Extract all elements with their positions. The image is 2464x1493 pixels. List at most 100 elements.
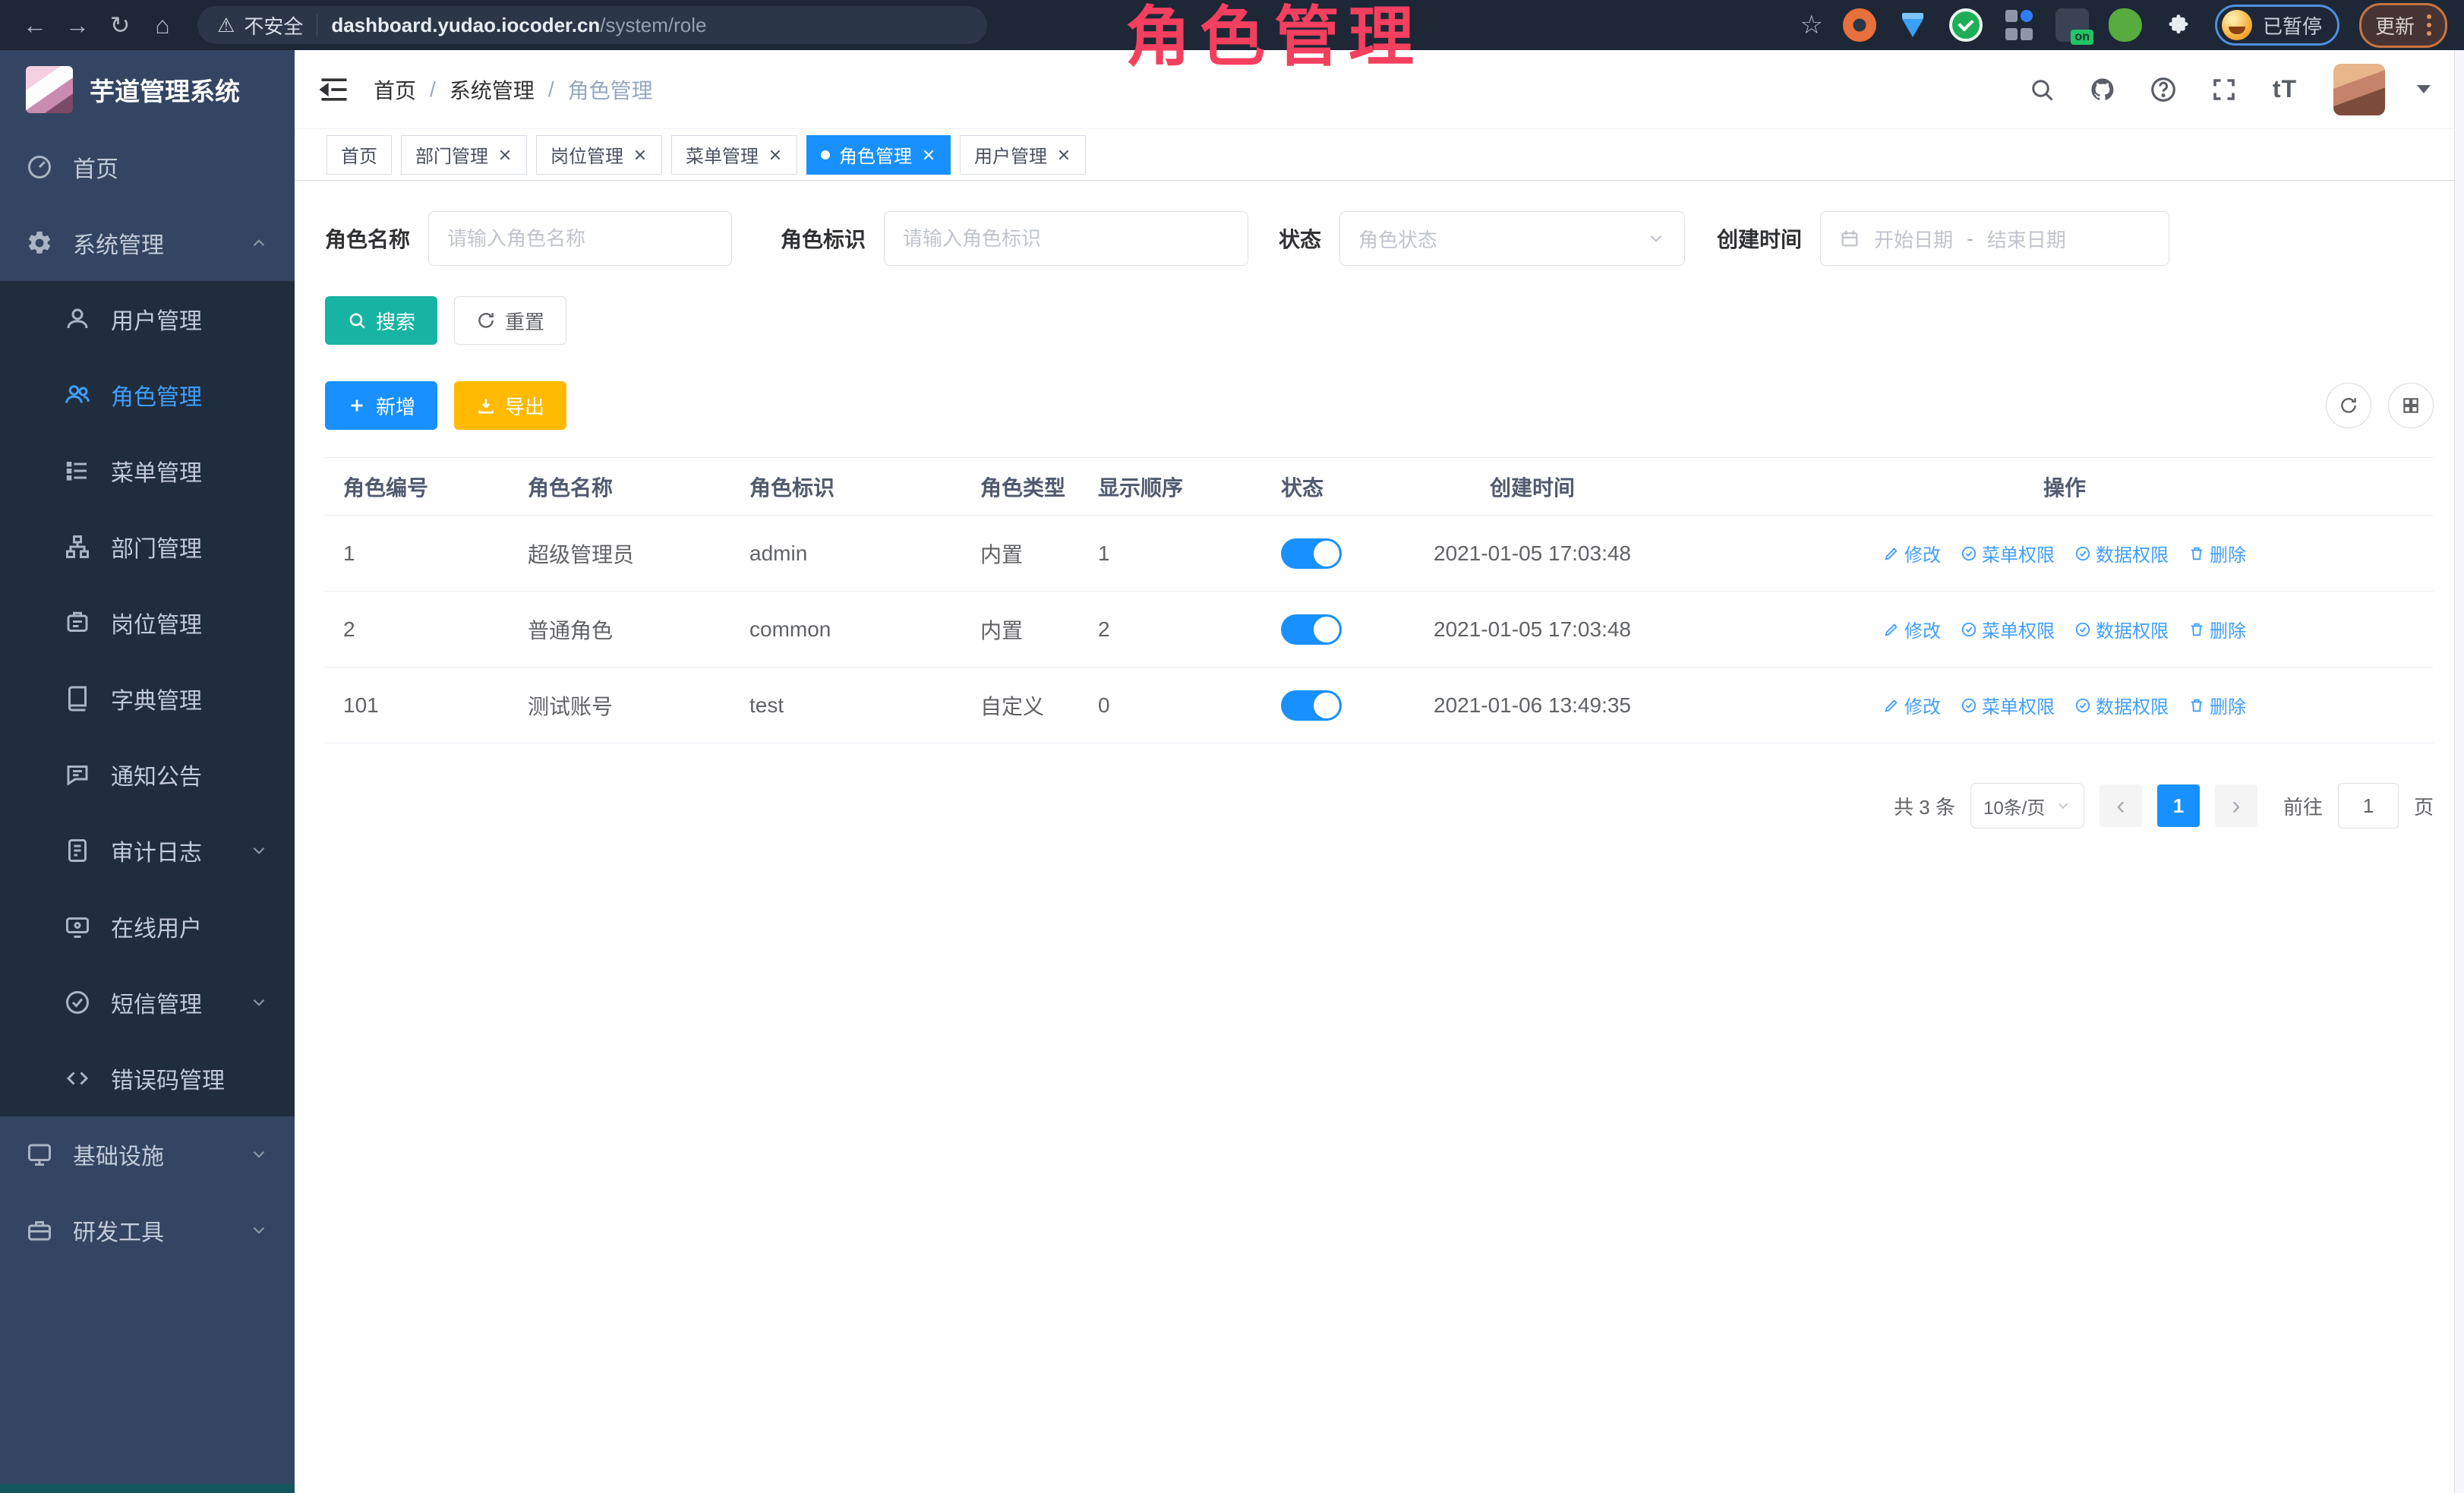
sidebar-collapse-icon[interactable] xyxy=(317,73,351,106)
extension-icon-gem[interactable] xyxy=(1896,8,1929,42)
sidebar-item-audit-log[interactable]: 审计日志 xyxy=(0,813,295,889)
annotation-overlay-title: 角色管理 xyxy=(1125,0,1423,75)
data-perm-link[interactable]: 数据权限 xyxy=(2074,692,2169,718)
sidebar-item-infra[interactable]: 基础设施 xyxy=(0,1116,295,1192)
create-time-label: 创建时间 xyxy=(1717,223,1802,254)
browser-menu-kebab-icon[interactable] xyxy=(2427,14,2431,36)
sidebar-item-notice[interactable]: 通知公告 xyxy=(0,737,295,813)
add-button[interactable]: 新增 xyxy=(325,381,437,430)
profile-paused-chip[interactable]: 已暂停 xyxy=(2215,5,2339,46)
tab-user-mgmt[interactable]: 用户管理 xyxy=(960,135,1086,175)
tab-role-mgmt[interactable]: 角色管理 xyxy=(806,135,951,175)
role-key-input[interactable] xyxy=(884,211,1248,266)
delete-link[interactable]: 删除 xyxy=(2188,616,2246,642)
document-icon xyxy=(64,837,91,864)
data-perm-link[interactable]: 数据权限 xyxy=(2074,540,2169,567)
code-icon xyxy=(64,1065,91,1092)
sidebar-item-dept-mgmt[interactable]: 部门管理 xyxy=(0,509,295,585)
extension-icon-switch[interactable]: on xyxy=(2055,8,2089,42)
dashboard-icon xyxy=(26,153,53,181)
extension-icon-blob[interactable] xyxy=(2109,8,2142,42)
next-page-button[interactable]: › xyxy=(2215,784,2257,827)
role-name-label: 角色名称 xyxy=(325,223,410,254)
role-name-input[interactable] xyxy=(428,211,732,266)
edit-link[interactable]: 修改 xyxy=(1883,692,1941,718)
sidebar-item-dict-mgmt[interactable]: 字典管理 xyxy=(0,661,295,737)
tab-home[interactable]: 首页 xyxy=(327,135,392,175)
delete-link[interactable]: 删除 xyxy=(2188,540,2246,567)
sidebar-item-online-user[interactable]: 在线用户 xyxy=(0,889,295,964)
sidebar-item-system-mgmt[interactable]: 系统管理 xyxy=(0,205,295,281)
breadcrumb-home[interactable]: 首页 xyxy=(374,74,416,105)
menu-perm-link[interactable]: 菜单权限 xyxy=(1961,616,2055,642)
close-icon[interactable] xyxy=(1056,147,1071,163)
extension-icon-grid[interactable] xyxy=(2002,8,2036,42)
github-icon[interactable] xyxy=(2086,73,2119,106)
fullscreen-icon[interactable] xyxy=(2207,73,2241,106)
delete-link[interactable]: 删除 xyxy=(2188,692,2246,718)
current-page-button[interactable]: 1 xyxy=(2157,784,2200,827)
avatar[interactable] xyxy=(2333,64,2385,115)
browser-update-button[interactable]: 更新 xyxy=(2359,3,2447,48)
sidebar-item-user-mgmt[interactable]: 用户管理 xyxy=(0,281,295,357)
close-icon[interactable] xyxy=(497,147,513,163)
role-mgmt-page: 角色名称 角色标识 状态 角色状态 创建时间 开始日期 - 结束日期 xyxy=(295,181,2464,1493)
create-time-range-picker[interactable]: 开始日期 - 结束日期 xyxy=(1820,211,2169,266)
close-icon[interactable] xyxy=(921,147,936,163)
address-bar[interactable]: ⚠ 不安全 dashboard.yudao.iocoder.cn /system… xyxy=(197,6,987,44)
book-icon xyxy=(64,685,91,712)
page-scrollbar[interactable] xyxy=(2454,50,2464,1493)
breadcrumb-system[interactable]: 系统管理 xyxy=(450,74,535,105)
browser-forward-icon[interactable]: → xyxy=(59,7,96,43)
sidebar-item-menu-mgmt[interactable]: 菜单管理 xyxy=(0,433,295,509)
tab-dept-mgmt[interactable]: 部门管理 xyxy=(401,135,527,175)
status-label: 状态 xyxy=(1279,223,1321,254)
sidebar-item-error-code-mgmt[interactable]: 错误码管理 xyxy=(0,1040,295,1116)
search-icon[interactable] xyxy=(2025,73,2059,106)
chat-icon xyxy=(64,761,91,788)
menu-perm-link[interactable]: 菜单权限 xyxy=(1961,540,2055,567)
role-key-label: 角色标识 xyxy=(781,223,866,254)
extension-icon-green-check[interactable] xyxy=(1949,8,1983,42)
search-button[interactable]: 搜索 xyxy=(325,296,437,345)
sidebar-item-post-mgmt[interactable]: 岗位管理 xyxy=(0,585,295,661)
menu-perm-link[interactable]: 菜单权限 xyxy=(1961,692,2055,718)
avatar-caret-icon[interactable] xyxy=(2417,85,2431,93)
status-toggle[interactable] xyxy=(1281,690,1342,721)
status-toggle[interactable] xyxy=(1281,538,1342,569)
help-icon[interactable] xyxy=(2147,73,2180,106)
sidebar-item-role-mgmt[interactable]: 角色管理 xyxy=(0,357,295,433)
status-toggle[interactable] xyxy=(1281,614,1342,645)
tab-menu-mgmt[interactable]: 菜单管理 xyxy=(671,135,797,175)
browser-reload-icon[interactable]: ↻ xyxy=(102,7,138,43)
goto-page-input[interactable] xyxy=(2338,783,2399,829)
edit-link[interactable]: 修改 xyxy=(1883,616,1941,642)
browser-home-icon[interactable]: ⌂ xyxy=(144,7,181,43)
close-icon[interactable] xyxy=(633,147,648,163)
font-size-icon[interactable]: tT xyxy=(2268,73,2302,106)
chevron-down-icon xyxy=(249,1144,269,1164)
browser-back-icon[interactable]: ← xyxy=(17,7,53,43)
sidebar-item-home[interactable]: 首页 xyxy=(0,129,295,205)
extension-icon-orange[interactable] xyxy=(1843,8,1876,42)
prev-page-button[interactable]: ‹ xyxy=(2100,784,2142,827)
page-size-select[interactable]: 10条/页 xyxy=(1970,783,2084,829)
reset-button[interactable]: 重置 xyxy=(454,296,566,345)
data-perm-link[interactable]: 数据权限 xyxy=(2074,616,2169,642)
close-icon[interactable] xyxy=(768,147,783,163)
tab-post-mgmt[interactable]: 岗位管理 xyxy=(536,135,662,175)
export-button[interactable]: 导出 xyxy=(454,381,566,430)
org-tree-icon xyxy=(64,533,91,560)
sidebar-item-sms-mgmt[interactable]: 短信管理 xyxy=(0,964,295,1040)
extension-on-badge: on xyxy=(2071,30,2093,45)
table-refresh-button[interactable] xyxy=(2326,383,2371,428)
status-select[interactable]: 角色状态 xyxy=(1339,211,1685,266)
app-logo[interactable]: 芋道管理系统 xyxy=(0,50,295,129)
edit-link[interactable]: 修改 xyxy=(1883,540,1941,567)
extensions-puzzle-icon[interactable] xyxy=(2162,8,2195,42)
sidebar-item-dev-tools[interactable]: 研发工具 xyxy=(0,1192,295,1268)
column-settings-button[interactable] xyxy=(2388,383,2434,428)
roles-table: 角色编号 角色名称 角色标识 角色类型 显示顺序 状态 创建时间 操作 1 超级… xyxy=(325,457,2434,743)
bookmark-star-icon[interactable]: ☆ xyxy=(1800,10,1822,40)
monitor-user-icon xyxy=(64,913,91,940)
